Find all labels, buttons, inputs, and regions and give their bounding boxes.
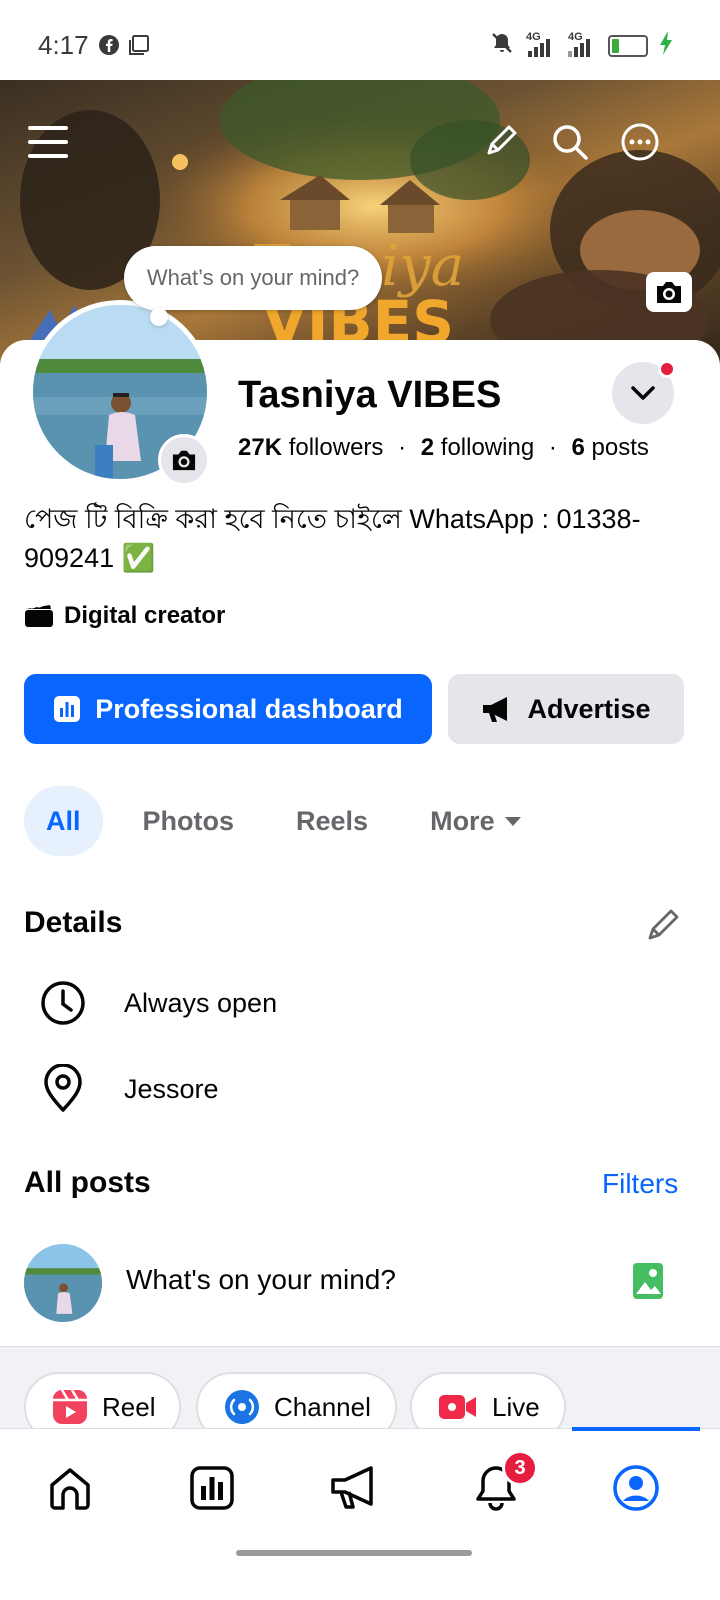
- live-label: Live: [492, 1391, 540, 1422]
- category-label: Digital creator: [64, 602, 226, 629]
- battery-icon: 4: [608, 34, 648, 57]
- charging-icon: [658, 30, 674, 61]
- menu-button[interactable]: [22, 116, 74, 168]
- page-stats: 27K followers · 2 following · 6 posts: [238, 434, 649, 462]
- clapperboard-icon: [25, 605, 53, 627]
- caret-down-icon: [504, 817, 521, 826]
- more-options-button[interactable]: [614, 116, 666, 168]
- chevron-down-icon: [631, 386, 655, 400]
- profile-icon: [613, 1465, 659, 1511]
- status-time: 4:17: [38, 30, 89, 60]
- profile-tabs: All Photos Reels More: [24, 786, 563, 856]
- page-category: Digital creator: [24, 602, 225, 630]
- reel-icon: [53, 1389, 87, 1424]
- tab-reels[interactable]: Reels: [274, 786, 390, 856]
- status-bar: 4:17 4G 4G 4: [0, 0, 720, 80]
- edit-cover-button[interactable]: [646, 272, 692, 312]
- facebook-notification-icon: [98, 34, 120, 61]
- nav-ads[interactable]: [304, 1453, 404, 1523]
- dashboard-icon: [54, 696, 81, 722]
- menu-icon: [28, 126, 68, 158]
- avatar: [24, 1244, 102, 1322]
- edit-details-button[interactable]: [644, 906, 682, 949]
- megaphone-icon: [331, 1466, 373, 1509]
- edit-page-button[interactable]: [474, 116, 526, 168]
- dashboard-icon: [190, 1466, 234, 1510]
- screenshot-notification-icon: [128, 34, 150, 61]
- all-posts-title: All posts: [24, 1166, 151, 1199]
- battery-percent: 4: [623, 36, 633, 54]
- edit-profile-picture-button[interactable]: [158, 434, 210, 486]
- search-button[interactable]: [544, 116, 596, 168]
- camera-icon: [172, 450, 196, 471]
- notifications-badge: 3: [502, 1450, 538, 1486]
- bubble-tail: [150, 308, 168, 326]
- home-indicator[interactable]: [236, 1550, 472, 1556]
- signal-icon-2: 4G: [564, 30, 594, 59]
- details-title: Details: [24, 906, 123, 939]
- followers-count[interactable]: 27K: [238, 434, 282, 461]
- hours-text: Always open: [124, 987, 278, 1018]
- advertise-label: Advertise: [527, 693, 651, 724]
- signal-icon: 4G: [524, 30, 554, 59]
- more-icon: [621, 123, 659, 161]
- tab-photos[interactable]: Photos: [121, 786, 257, 856]
- advertise-button[interactable]: Advertise: [448, 674, 684, 744]
- notification-dot: [658, 360, 676, 378]
- muted-bell-icon: [490, 31, 514, 60]
- detail-hours: Always open: [40, 980, 277, 1026]
- followers-label[interactable]: followers: [289, 434, 384, 461]
- separator: ·: [548, 434, 557, 461]
- filters-link[interactable]: Filters: [602, 1168, 678, 1200]
- page-bio: পেজ টি বিক্রি করা হবে নিতে চাইলে WhatsAp…: [24, 504, 641, 573]
- whats-on-your-mind-bubble[interactable]: What’s on your mind?: [124, 246, 382, 310]
- page-name: Tasniya VIBES: [238, 374, 502, 416]
- home-icon: [50, 1468, 90, 1510]
- status-indicators: 4G 4G 4: [490, 30, 674, 61]
- photo-icon: [633, 1263, 663, 1299]
- following-label[interactable]: following: [441, 434, 534, 461]
- tab-all[interactable]: All: [24, 786, 103, 856]
- location-pin-icon: [44, 1064, 82, 1112]
- separator: ·: [398, 434, 407, 461]
- detail-location: Jessore: [40, 1064, 219, 1114]
- channel-label: Channel: [274, 1391, 371, 1422]
- reel-label: Reel: [102, 1391, 156, 1422]
- camera-icon: [657, 282, 681, 303]
- tab-more[interactable]: More: [408, 786, 545, 856]
- tab-more-label: More: [430, 805, 495, 836]
- network-type: 4G: [526, 30, 541, 43]
- location-text: Jessore: [124, 1073, 219, 1104]
- avatar-photo: [24, 1244, 102, 1322]
- pencil-icon: [487, 125, 517, 155]
- search-icon: [553, 125, 588, 160]
- live-video-icon: [439, 1395, 476, 1419]
- posts-label: posts: [591, 434, 649, 461]
- professional-dashboard-button[interactable]: Professional dashboard: [24, 674, 432, 744]
- nav-profile[interactable]: [586, 1453, 686, 1523]
- nav-dashboard[interactable]: [162, 1453, 262, 1523]
- bottom-navigation: [0, 1427, 720, 1600]
- post-composer-input[interactable]: What's on your mind?: [126, 1264, 396, 1296]
- clock-icon: [41, 981, 85, 1025]
- channel-icon: [225, 1390, 259, 1424]
- megaphone-icon: [483, 697, 508, 722]
- pencil-icon: [648, 909, 679, 940]
- network-type-2: 4G: [568, 30, 583, 43]
- following-count[interactable]: 2: [421, 434, 434, 461]
- professional-dashboard-label: Professional dashboard: [95, 693, 403, 724]
- active-tab-indicator: [572, 1427, 700, 1431]
- posts-count: 6: [571, 434, 585, 461]
- add-photo-button[interactable]: [632, 1262, 664, 1305]
- nav-home[interactable]: [20, 1453, 120, 1523]
